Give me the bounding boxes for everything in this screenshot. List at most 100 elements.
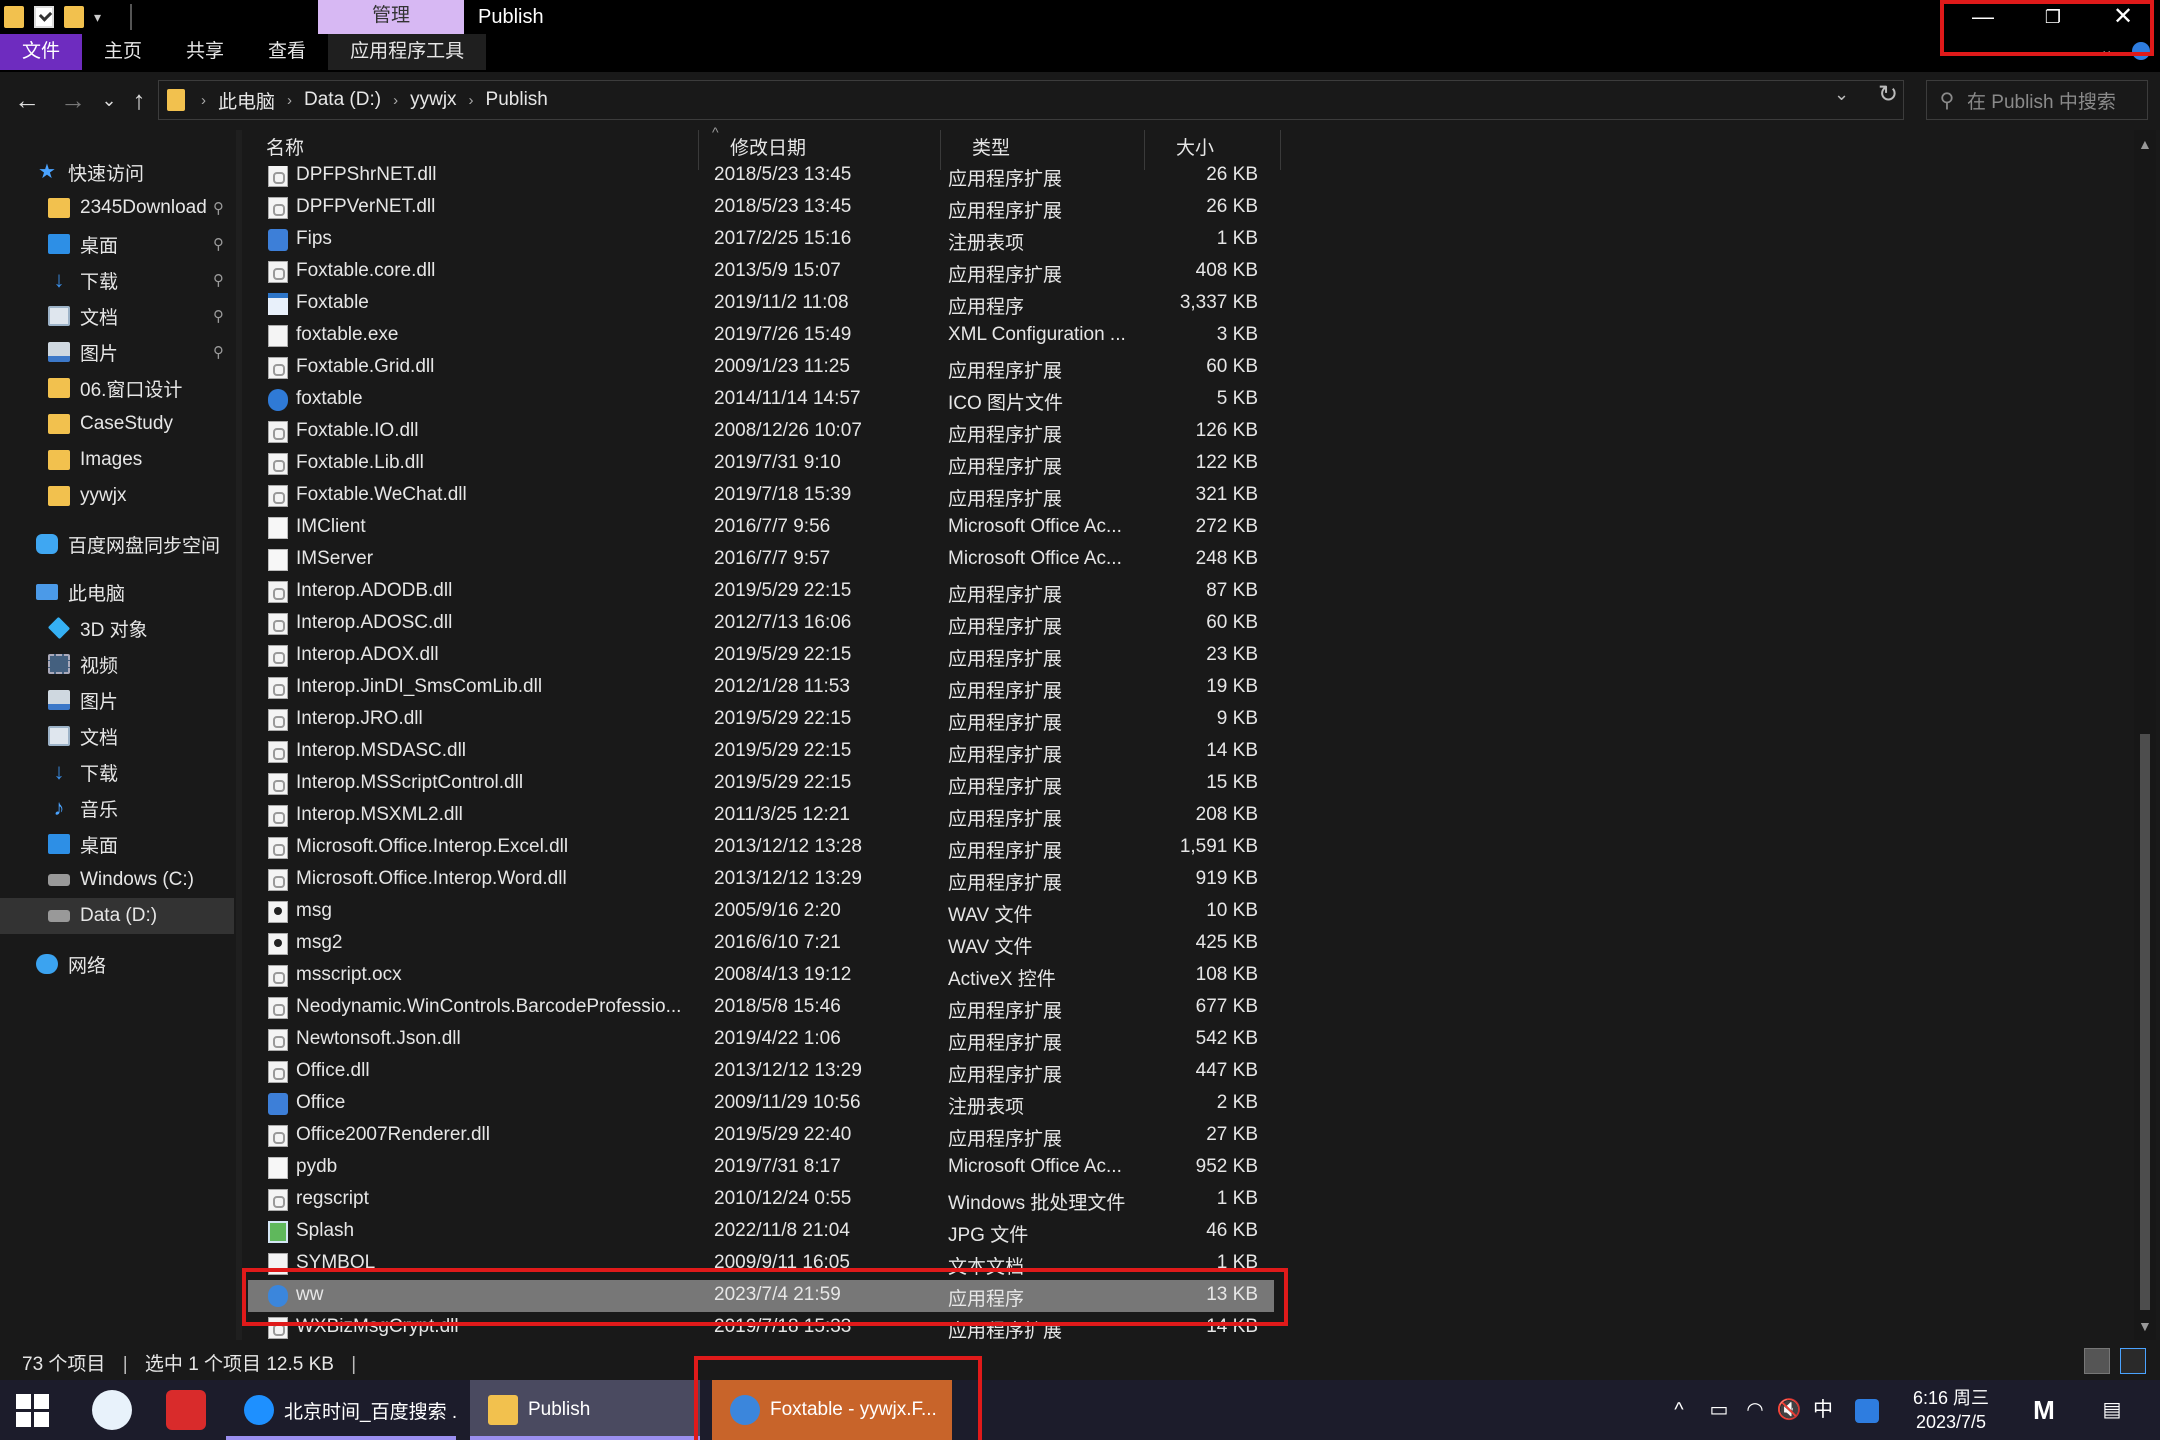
wifi-icon[interactable]: ◠ [1740, 1380, 1770, 1440]
file-row[interactable]: Foxtable.IO.dll 2008/12/26 10:07 应用程序扩展 126… [248, 416, 1274, 448]
nav-item[interactable]: 文档 [0, 718, 234, 754]
close-button[interactable]: ✕ [2088, 0, 2158, 34]
address-bar[interactable]: › 此电脑 › Data (D:) › yywjx › Publish [158, 80, 1904, 120]
ime-indicator[interactable]: 中 [1808, 1380, 1838, 1440]
mail-app-icon[interactable]: M [2024, 1380, 2064, 1440]
scrollbar-thumb[interactable] [2140, 734, 2150, 1310]
file-row[interactable]: Interop.MSScriptControl.dll 2019/5/29 22:… [248, 768, 1274, 800]
file-row[interactable]: Interop.JRO.dll 2019/5/29 22:15 应用程序扩展 9 KB [248, 704, 1274, 736]
nav-item[interactable]: 3D 对象 [0, 610, 234, 646]
back-button[interactable]: ← [12, 84, 42, 116]
file-row[interactable]: DPFPShrNET.dll 2018/5/23 13:45 应用程序扩展 26 KB [248, 166, 1274, 192]
nav-item[interactable]: 图片 ⚲ [0, 334, 234, 370]
breadcrumb-publish[interactable]: Publish [486, 89, 548, 111]
file-row[interactable]: regscript 2010/12/24 0:55 Windows 批处理文件 1 K… [248, 1184, 1274, 1216]
nav-item[interactable]: 图片 [0, 682, 234, 718]
scroll-down-icon[interactable]: ▼ [2138, 1318, 2152, 1334]
system-clock[interactable]: 6:16 周三 2023/7/5 [1906, 1386, 1996, 1434]
file-row[interactable]: IMServer 2016/7/7 9:57 Microsoft Office Ac… [248, 544, 1274, 576]
file-row[interactable]: msscript.ocx 2008/4/13 19:12 ActiveX 控件 108… [248, 960, 1274, 992]
column-header-type[interactable]: 类型 [948, 130, 1144, 164]
chevron-right-icon[interactable]: › [393, 92, 398, 109]
taskbar-app-publish[interactable]: Publish [470, 1380, 700, 1440]
file-row[interactable]: Foxtable.Lib.dll 2019/7/31 9:10 应用程序扩展 122 … [248, 448, 1274, 480]
xmind-icon[interactable] [166, 1390, 206, 1430]
file-row[interactable]: foxtable.exe 2019/7/26 15:49 XML Configura… [248, 320, 1274, 352]
pin-icon[interactable]: ⚲ [213, 199, 224, 217]
pin-icon[interactable]: ⚲ [213, 343, 224, 361]
scroll-up-icon[interactable]: ▲ [2138, 136, 2152, 152]
windows-start-button[interactable] [16, 1394, 50, 1428]
column-resize-handle[interactable] [1144, 130, 1145, 170]
file-row[interactable]: Interop.JinDI_SmsComLib.dll 2012/1/28 11:… [248, 672, 1274, 704]
minimize-button[interactable]: — [1948, 0, 2018, 34]
file-row[interactable]: Foxtable.Grid.dll 2009/1/23 11:25 应用程序扩展 60… [248, 352, 1274, 384]
pin-icon[interactable]: ⚲ [213, 235, 224, 253]
file-row[interactable]: Foxtable 2019/11/2 11:08 应用程序 3,337 KB [248, 288, 1274, 320]
up-button[interactable]: ↑ [124, 84, 154, 116]
account-icon[interactable] [1852, 1380, 1882, 1440]
nav-item[interactable]: 网络 [0, 946, 234, 982]
tab-share[interactable]: 共享 [164, 34, 246, 70]
pin-icon[interactable]: ⚲ [213, 307, 224, 325]
forward-button[interactable]: → [58, 84, 88, 116]
taskbar-app-foxtable[interactable]: Foxtable - yywjx.F... [712, 1380, 952, 1440]
file-row[interactable]: Foxtable.core.dll 2013/5/9 15:07 应用程序扩展 408… [248, 256, 1274, 288]
properties-icon[interactable] [34, 6, 54, 28]
file-row[interactable]: SYMBOL 2009/9/11 16:05 文本文档 1 KB [248, 1248, 1274, 1280]
file-row[interactable]: pydb 2019/7/31 8:17 Microsoft Office Ac...… [248, 1152, 1274, 1184]
tab-view[interactable]: 查看 [246, 34, 328, 70]
file-row[interactable]: WXBizMsgCrypt.dll 2019/7/18 15:33 应用程序扩展 14… [248, 1312, 1274, 1340]
column-resize-handle[interactable] [698, 130, 699, 170]
search-placeholder[interactable]: 在 Publish 中搜索 [1967, 87, 2116, 114]
customize-qat-icon[interactable]: ▾ [94, 6, 114, 28]
file-row[interactable]: Interop.MSXML2.dll 2011/3/25 12:21 应用程序扩展 2… [248, 800, 1274, 832]
file-row[interactable]: IMClient 2016/7/7 9:56 Microsoft Office Ac… [248, 512, 1274, 544]
nav-item[interactable]: ↓ 下载 [0, 754, 234, 790]
nav-item[interactable]: ↓ 下载 ⚲ [0, 262, 234, 298]
nav-item[interactable]: CaseStudy [0, 406, 234, 442]
column-header-size[interactable]: 大小 [1152, 130, 1280, 164]
file-row[interactable]: DPFPVerNET.dll 2018/5/23 13:45 应用程序扩展 26 KB [248, 192, 1274, 224]
nav-item[interactable]: 2345Download ⚲ [0, 190, 234, 226]
file-row[interactable]: Office 2009/11/29 10:56 注册表项 2 KB [248, 1088, 1274, 1120]
tab-application-tools[interactable]: 应用程序工具 [328, 34, 487, 70]
baidu-netdisk-icon[interactable] [92, 1390, 132, 1430]
file-row[interactable]: Newtonsoft.Json.dll 2019/4/22 1:06 应用程序扩展 5… [248, 1024, 1274, 1056]
folder-icon[interactable] [4, 6, 24, 28]
nav-item[interactable]: Images [0, 442, 234, 478]
nav-item[interactable]: 桌面 [0, 826, 234, 862]
file-row[interactable]: msg 2005/9/16 2:20 WAV 文件 10 KB [248, 896, 1274, 928]
nav-item[interactable]: 百度网盘同步空间 [0, 526, 234, 562]
file-row[interactable]: Splash 2022/11/8 21:04 JPG 文件 46 KB [248, 1216, 1274, 1248]
column-header-date[interactable]: 修改日期 [706, 130, 940, 164]
help-icon[interactable] [2132, 42, 2150, 60]
restore-button[interactable]: ❐ [2018, 0, 2088, 34]
nav-item[interactable]: Data (D:) [0, 898, 234, 934]
file-row[interactable]: Microsoft.Office.Interop.Excel.dll 2013/1… [248, 832, 1274, 864]
column-resize-handle[interactable] [1280, 130, 1281, 170]
new-folder-icon[interactable] [64, 6, 84, 28]
nav-item[interactable]: 文档 ⚲ [0, 298, 234, 334]
taskbar-app-browser[interactable]: 北京时间_百度搜索 ... [226, 1380, 456, 1440]
nav-item[interactable]: 此电脑 [0, 574, 234, 610]
file-row[interactable]: Neodynamic.WinControls.BarcodeProfessio.… [248, 992, 1274, 1024]
show-hidden-icons-button[interactable]: ^ [1664, 1380, 1694, 1440]
chevron-right-icon[interactable]: › [287, 92, 292, 109]
refresh-button[interactable]: ↻ [1878, 80, 1898, 109]
nav-item[interactable]: yywjx [0, 478, 234, 514]
tab-home[interactable]: 主页 [82, 34, 164, 70]
volume-muted-icon[interactable]: 🔇 [1774, 1380, 1804, 1440]
nav-item[interactable]: Windows (C:) [0, 862, 234, 898]
column-resize-handle[interactable] [940, 130, 941, 170]
pin-icon[interactable]: ⚲ [213, 271, 224, 289]
file-list-scrollbar[interactable]: ▲ ▼ [2134, 130, 2156, 1340]
file-row[interactable]: Interop.ADOX.dll 2019/5/29 22:15 应用程序扩展 23 … [248, 640, 1274, 672]
file-row[interactable]: Interop.ADODB.dll 2019/5/29 22:15 应用程序扩展 87… [248, 576, 1274, 608]
notification-center-icon[interactable]: ▤ [2092, 1380, 2132, 1440]
details-view-button[interactable] [2084, 1348, 2110, 1374]
recent-locations-button[interactable]: ⌄ [94, 84, 124, 116]
large-icons-view-button[interactable] [2120, 1348, 2146, 1374]
nav-item[interactable]: 桌面 ⚲ [0, 226, 234, 262]
file-row[interactable]: Microsoft.Office.Interop.Word.dll 2013/12… [248, 864, 1274, 896]
